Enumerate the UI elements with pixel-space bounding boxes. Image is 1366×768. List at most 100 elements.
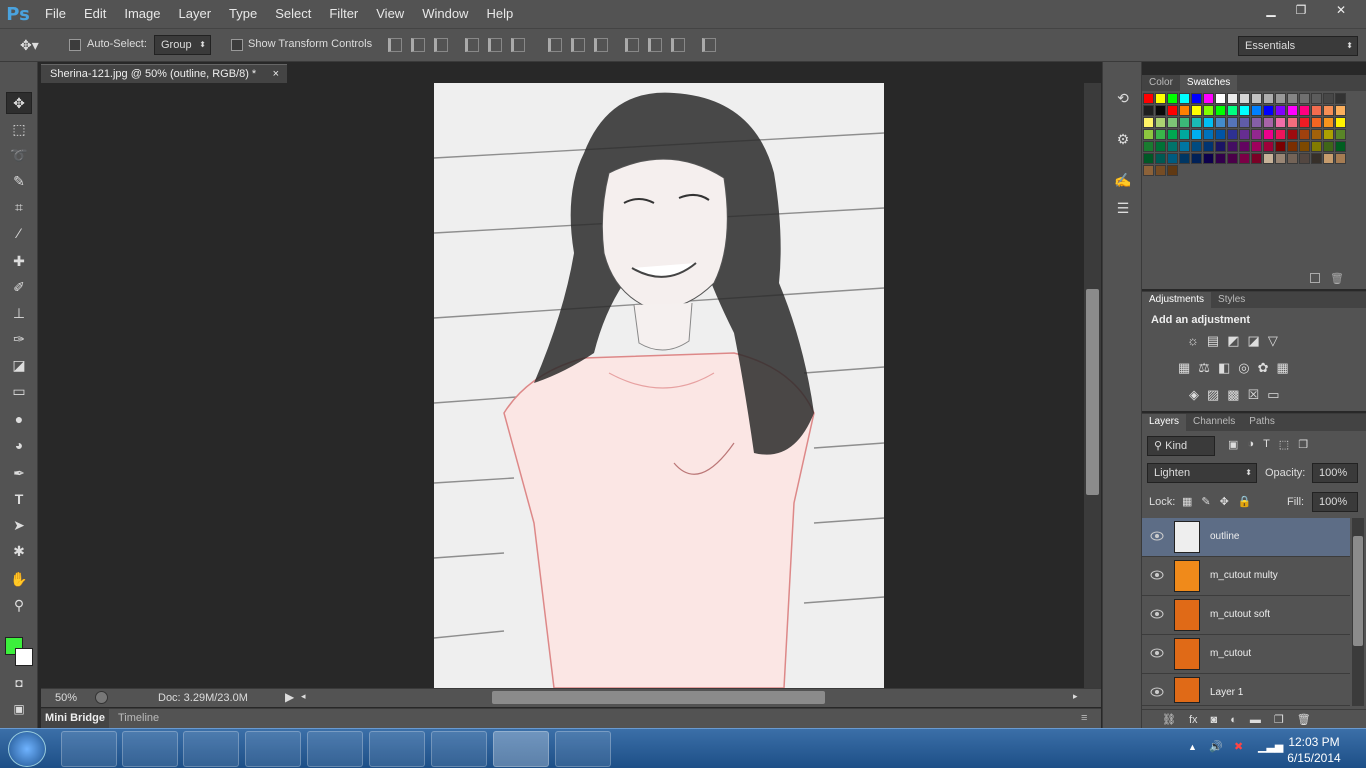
fill-field[interactable]: 100% <box>1312 492 1358 512</box>
eraser-tool-icon[interactable]: ◪ <box>6 354 32 376</box>
color-swatch[interactable] <box>1251 117 1262 128</box>
brush-presets-icon[interactable]: ☰ <box>1110 197 1136 219</box>
color-swatch[interactable] <box>1251 141 1262 152</box>
brush-panel-icon[interactable]: ✍ <box>1110 169 1136 191</box>
lock-pixels-icon[interactable]: ✎ <box>1201 495 1210 508</box>
color-swatch[interactable] <box>1335 117 1346 128</box>
distribute-left-icon[interactable] <box>625 38 639 52</box>
color-swatch[interactable] <box>1191 141 1202 152</box>
add-mask-icon[interactable]: ◙ <box>1211 714 1218 726</box>
tab-mini-bridge[interactable]: Mini Bridge <box>41 709 109 728</box>
color-swatch[interactable] <box>1251 153 1262 164</box>
link-layers-icon[interactable]: ⛓ <box>1162 713 1176 726</box>
black-white-icon[interactable]: ◧ <box>1218 360 1230 376</box>
firefox-taskbar-icon[interactable] <box>245 731 301 767</box>
color-swatch[interactable] <box>1335 153 1346 164</box>
color-swatch[interactable] <box>1203 129 1214 140</box>
channel-mixer-icon[interactable]: ✿ <box>1258 360 1269 376</box>
color-swatch[interactable] <box>1299 117 1310 128</box>
hand-tool-icon[interactable]: ✋ <box>6 568 32 590</box>
new-swatch-icon[interactable] <box>1310 273 1320 283</box>
internet-explorer-taskbar-icon[interactable] <box>122 731 178 767</box>
brightness-contrast-icon[interactable]: ☼ <box>1187 333 1199 349</box>
layer-row[interactable]: m_cutout multy <box>1142 557 1350 596</box>
status-menu-arrow-icon[interactable]: ▶ <box>285 690 294 704</box>
color-swatch[interactable] <box>1203 153 1214 164</box>
pen-tool-icon[interactable]: ✒ <box>6 462 32 484</box>
color-swatch[interactable] <box>1263 153 1274 164</box>
color-swatch[interactable] <box>1335 141 1346 152</box>
color-swatch[interactable] <box>1143 93 1154 104</box>
layer-style-icon[interactable]: fx <box>1189 714 1198 726</box>
file-manager-taskbar-icon[interactable] <box>307 731 363 767</box>
align-bottom-icon[interactable] <box>434 38 448 52</box>
crop-tool-icon[interactable]: ⌗ <box>6 196 32 218</box>
tab-color[interactable]: Color <box>1142 75 1180 91</box>
layers-scroll-thumb[interactable] <box>1353 536 1363 646</box>
photo-filter-icon[interactable]: ◎ <box>1238 360 1249 376</box>
color-swatch[interactable] <box>1191 153 1202 164</box>
color-swatch[interactable] <box>1167 129 1178 140</box>
auto-align-icon[interactable] <box>702 38 716 52</box>
menu-window[interactable]: Window <box>413 0 477 28</box>
color-swatch[interactable] <box>1203 117 1214 128</box>
show-transform-checkbox[interactable] <box>231 39 243 51</box>
menu-type[interactable]: Type <box>220 0 266 28</box>
color-swatch[interactable] <box>1311 117 1322 128</box>
filter-pixel-icon[interactable]: ▣ <box>1228 438 1238 451</box>
color-swatch[interactable] <box>1179 153 1190 164</box>
restore-button[interactable]: ❐ <box>1286 0 1316 20</box>
menu-filter[interactable]: Filter <box>320 0 367 28</box>
auto-select-checkbox[interactable] <box>69 39 81 51</box>
color-swatch[interactable] <box>1263 141 1274 152</box>
blend-mode-dropdown[interactable]: Lighten ⬍ <box>1147 463 1257 483</box>
panel-menu-icon[interactable]: ≡ <box>1081 712 1087 724</box>
eye-icon[interactable] <box>1150 648 1164 658</box>
document-canvas[interactable] <box>434 83 884 688</box>
color-swatch[interactable] <box>1263 129 1274 140</box>
color-swatch[interactable] <box>1155 105 1166 116</box>
color-swatch[interactable] <box>1275 141 1286 152</box>
color-swatch[interactable] <box>1215 105 1226 116</box>
lock-transparent-icon[interactable]: ▦ <box>1182 495 1192 508</box>
marquee-tool-icon[interactable]: ⬚ <box>6 118 32 140</box>
vertical-scroll-thumb[interactable] <box>1086 289 1099 495</box>
color-swatch[interactable] <box>1155 129 1166 140</box>
align-right-icon[interactable] <box>511 38 525 52</box>
signal-icon[interactable]: ▁▃▅ <box>1258 740 1283 753</box>
quick-mask-icon[interactable]: ◘ <box>6 672 32 694</box>
color-swatch[interactable] <box>1311 93 1322 104</box>
color-swatch[interactable] <box>1323 129 1334 140</box>
gradient-map-icon[interactable]: ▭ <box>1267 387 1279 403</box>
layers-scrollbar[interactable] <box>1352 518 1364 706</box>
zoom-tool-icon[interactable]: ⚲ <box>6 594 32 616</box>
custom-shape-tool-icon[interactable]: ✱ <box>6 540 32 562</box>
distribute-hcenter-icon[interactable] <box>648 38 662 52</box>
color-swatch[interactable] <box>1299 93 1310 104</box>
align-vcenter-icon[interactable] <box>411 38 425 52</box>
vlc-taskbar-icon[interactable] <box>369 731 425 767</box>
color-swatch[interactable] <box>1251 105 1262 116</box>
brush-tool-icon[interactable]: ✐ <box>6 276 32 298</box>
color-swatch[interactable] <box>1287 105 1298 116</box>
color-swatch[interactable] <box>1275 105 1286 116</box>
screen-mode-icon[interactable]: ▣ <box>6 698 32 720</box>
opacity-field[interactable]: 100% <box>1312 463 1358 483</box>
network-error-icon[interactable]: ✖ <box>1234 740 1243 753</box>
color-swatch[interactable] <box>1287 93 1298 104</box>
color-swatch[interactable] <box>1311 105 1322 116</box>
vibrance-icon[interactable]: ▽ <box>1268 333 1278 349</box>
color-swatch[interactable] <box>1275 117 1286 128</box>
color-lookup-icon[interactable]: ▦ <box>1277 360 1289 376</box>
quick-select-tool-icon[interactable]: ✎ <box>6 170 32 192</box>
menu-file[interactable]: File <box>36 0 75 28</box>
color-swatch[interactable] <box>1287 117 1298 128</box>
delete-layer-icon[interactable]: 🗑 <box>1297 713 1311 726</box>
color-swatch[interactable] <box>1299 141 1310 152</box>
history-brush-tool-icon[interactable]: ✑ <box>6 328 32 350</box>
color-swatch[interactable] <box>1215 93 1226 104</box>
color-balance-icon[interactable]: ⚖ <box>1198 360 1210 376</box>
chrome-taskbar-icon[interactable] <box>431 731 487 767</box>
color-swatch[interactable] <box>1275 129 1286 140</box>
workspace-dropdown[interactable]: Essentials ⬍ <box>1238 36 1358 56</box>
